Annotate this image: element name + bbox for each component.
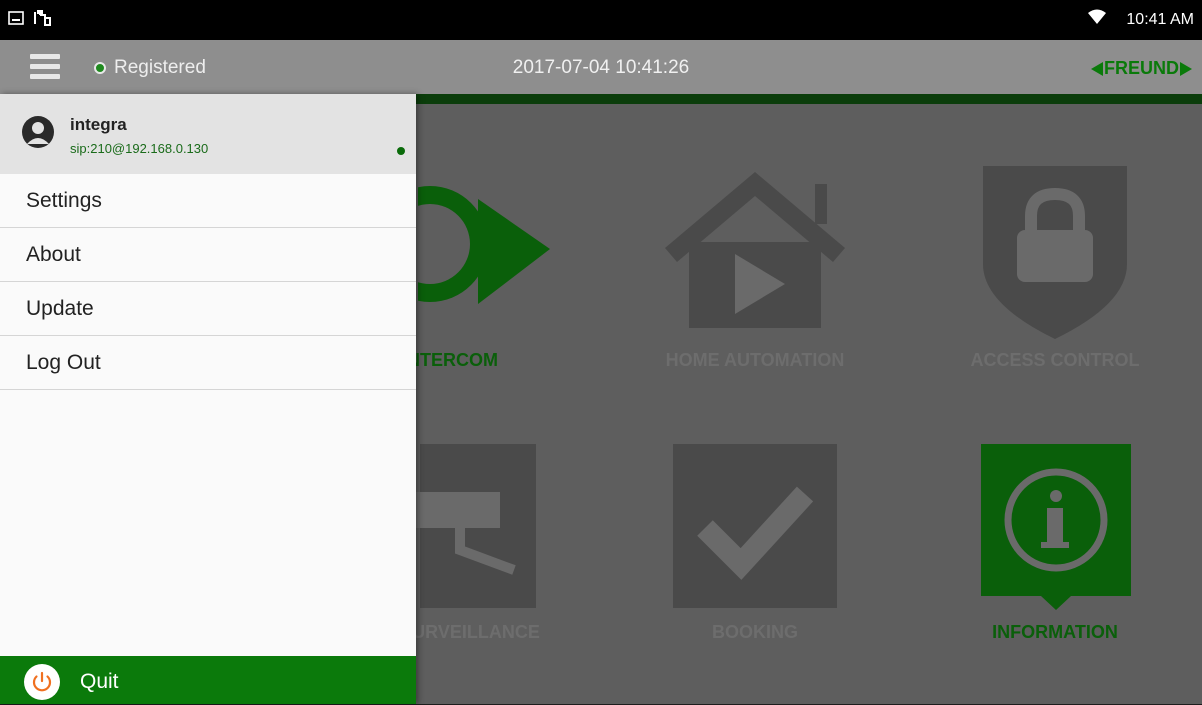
usb-icon [32,9,52,32]
menu-item-settings[interactable]: Settings [0,175,416,228]
avatar-icon [22,116,54,148]
tile-information[interactable]: INFORMATION [905,444,1202,684]
access-control-icon [983,166,1127,339]
gallery-icon [8,11,24,30]
user-sip-address: sip:210@192.168.0.130 [70,141,209,156]
tile-home-automation[interactable]: HOME AUTOMATION [605,144,905,384]
home-automation-icon [665,172,845,328]
tile-booking[interactable]: BOOKING [605,444,905,684]
logo-text: FREUND [1104,58,1179,78]
wifi-icon [1088,9,1107,30]
app-bar: Registered 2017-07-04 10:41:26 FREUND [0,40,1202,94]
menu-item-settings-label: Settings [26,189,102,212]
tile-home-automation-label: HOME AUTOMATION [665,350,845,370]
navigation-drawer: integra sip:210@192.168.0.130 Settings A… [0,94,416,704]
quit-label: Quit [80,670,119,693]
quit-button[interactable]: Quit [0,656,416,704]
menu-item-logout-label: Log Out [26,351,101,374]
tile-access-control-label: ACCESS CONTROL [970,350,1140,370]
clock-time: 10:41 AM [1126,10,1194,28]
status-bar: 10:41 AM [0,0,1202,40]
user-name: integra [70,115,127,134]
information-icon [981,444,1131,610]
menu-item-update[interactable]: Update [0,283,416,336]
menu-item-about-label: About [26,243,81,266]
user-online-dot [397,147,405,155]
freund-logo: FREUND [1091,58,1192,79]
user-profile-header[interactable]: integra sip:210@192.168.0.130 [0,94,416,174]
tile-access-control[interactable]: ACCESS CONTROL [905,144,1202,384]
menu-item-about[interactable]: About [0,229,416,282]
tile-information-label: INFORMATION [992,622,1118,642]
current-datetime: 2017-07-04 10:41:26 [512,57,690,78]
menu-item-update-label: Update [26,297,94,320]
booking-check-icon [673,444,837,608]
power-icon [24,664,60,700]
menu-item-logout[interactable]: Log Out [0,337,416,390]
tile-booking-label: BOOKING [711,622,798,642]
